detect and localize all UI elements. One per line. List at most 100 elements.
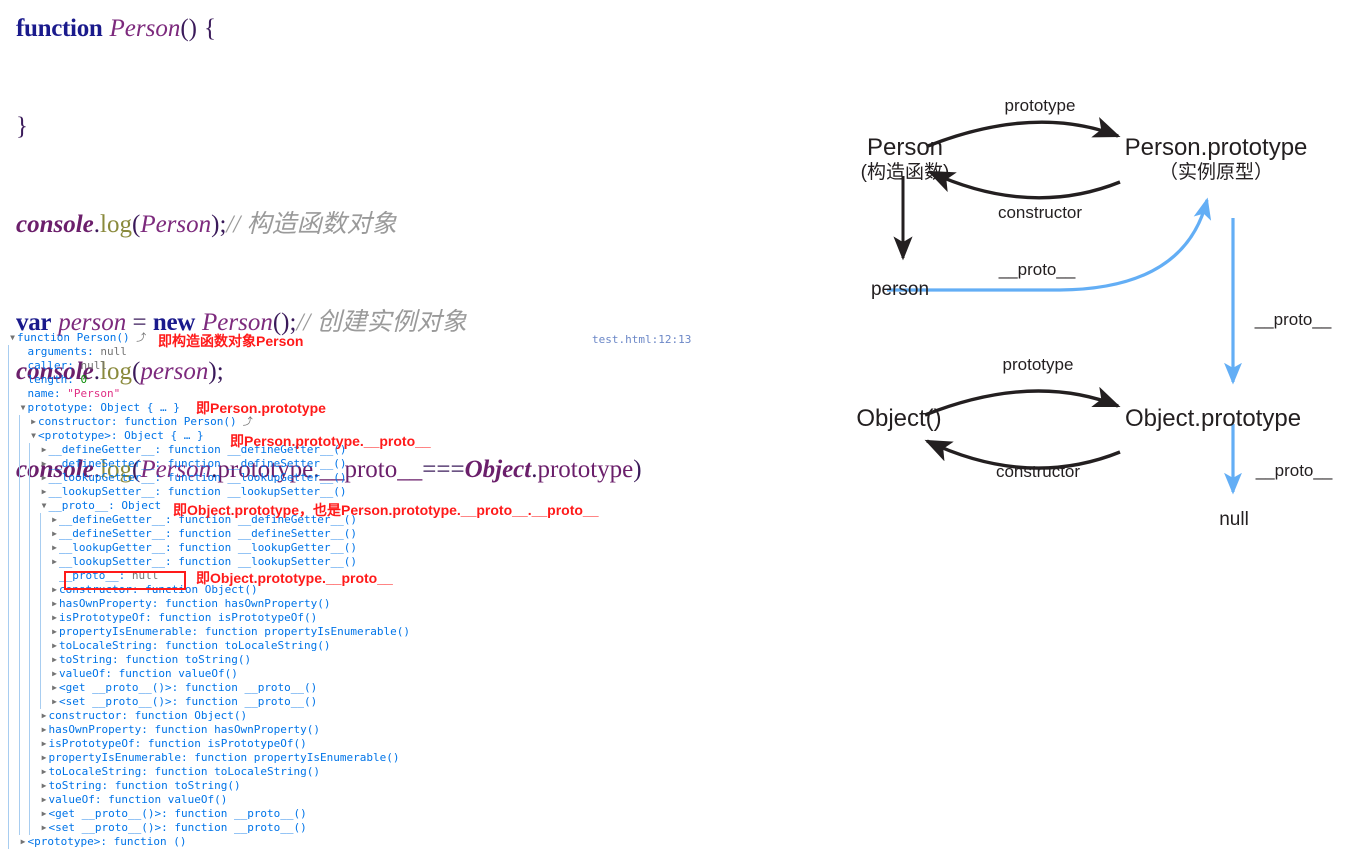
- indent-guide: [8, 569, 9, 583]
- console-row-content: prototype: Object { … }: [19, 401, 180, 414]
- console-tree-row[interactable]: hasOwnProperty: function hasOwnProperty(…: [0, 723, 700, 737]
- console-tree-row[interactable]: constructor: function Object(): [0, 709, 700, 723]
- console-property-key: prototype:: [27, 401, 101, 414]
- twisty-collapsed-icon[interactable]: [50, 555, 59, 569]
- code-token-ident: Person: [140, 211, 212, 238]
- console-property-value: function toLocaleString(): [164, 639, 331, 652]
- twisty-collapsed-icon[interactable]: [40, 485, 49, 499]
- twisty-collapsed-icon[interactable]: [50, 541, 59, 555]
- console-property-value: function isPrototypeOf(): [147, 737, 307, 750]
- console-property-key: __lookupSetter__:: [59, 555, 179, 568]
- console-tree-row[interactable]: __lookupSetter__: function __lookupSette…: [0, 485, 700, 499]
- twisty-collapsed-icon[interactable]: [50, 653, 59, 667]
- code-token-punct: (): [180, 15, 197, 42]
- twisty-collapsed-icon[interactable]: [40, 457, 49, 471]
- twisty-collapsed-icon[interactable]: [50, 583, 59, 597]
- console-property-key: __lookupGetter__:: [48, 471, 168, 484]
- console-property-key: __lookupSetter__:: [48, 485, 168, 498]
- twisty-collapsed-icon[interactable]: [40, 443, 49, 457]
- indent-guide: [18, 667, 20, 681]
- code-token-obj: console: [16, 211, 94, 238]
- twisty-collapsed-icon[interactable]: [50, 625, 59, 639]
- twisty-collapsed-icon[interactable]: [40, 821, 49, 835]
- console-tree-row[interactable]: <set __proto__()>: function __proto__(): [0, 821, 700, 835]
- console-tree-row[interactable]: __defineSetter__: function __defineSette…: [0, 527, 700, 541]
- twisty-expanded-icon[interactable]: [8, 331, 17, 345]
- indent-guide: [39, 569, 41, 583]
- twisty-collapsed-icon[interactable]: [40, 723, 49, 737]
- indent-guide: [29, 793, 30, 807]
- code-token-ident: Person: [109, 15, 181, 42]
- twisty-expanded-icon[interactable]: [40, 499, 49, 513]
- console-tree-row[interactable]: propertyIsEnumerable: function propertyI…: [0, 751, 700, 765]
- jump-to-definition-icon[interactable]: ⤴: [136, 333, 146, 344]
- twisty-collapsed-icon[interactable]: [40, 779, 49, 793]
- console-tree-row[interactable]: arguments: null: [0, 345, 700, 359]
- console-tree-row[interactable]: __lookupGetter__: function __lookupGette…: [0, 471, 700, 485]
- console-tree-row[interactable]: isPrototypeOf: function isPrototypeOf(): [0, 611, 700, 625]
- indent-guide: [29, 681, 30, 695]
- console-tree-row[interactable]: __lookupSetter__: function __lookupSette…: [0, 555, 700, 569]
- console-tree-row[interactable]: isPrototypeOf: function isPrototypeOf(): [0, 737, 700, 751]
- console-tree-row[interactable]: length: 0: [0, 373, 700, 387]
- console-row-content: hasOwnProperty: function hasOwnProperty(…: [40, 723, 321, 736]
- diagram-edge-label-constructor-label-top: constructor: [997, 203, 1083, 222]
- console-tree-row[interactable]: prototype: Object { … }: [0, 401, 700, 415]
- indent-guide: [8, 807, 9, 821]
- console-tree-row[interactable]: __defineSetter__: function __defineSette…: [0, 457, 700, 471]
- console-tree-row[interactable]: toLocaleString: function toLocaleString(…: [0, 765, 700, 779]
- console-tree-row[interactable]: valueOf: function valueOf(): [0, 667, 700, 681]
- indent-guide: [29, 625, 30, 639]
- console-row-content: function Person() ⤴: [8, 331, 146, 344]
- twisty-expanded-icon[interactable]: [29, 429, 38, 443]
- twisty-collapsed-icon[interactable]: [50, 639, 59, 653]
- console-tree-row[interactable]: propertyIsEnumerable: function propertyI…: [0, 625, 700, 639]
- twisty-collapsed-icon[interactable]: [29, 415, 38, 429]
- twisty-collapsed-icon[interactable]: [50, 597, 59, 611]
- console-tree-row[interactable]: toString: function toString(): [0, 779, 700, 793]
- twisty-collapsed-icon[interactable]: [50, 681, 59, 695]
- console-tree-row[interactable]: name: "Person": [0, 387, 700, 401]
- console-property-value: function propertyIsEnumerable(): [194, 751, 400, 764]
- console-tree-row[interactable]: <set __proto__()>: function __proto__(): [0, 695, 700, 709]
- console-row-content: toString: function toString(): [50, 653, 251, 666]
- twisty-collapsed-icon[interactable]: [40, 793, 49, 807]
- console-property-key: __defineGetter__:: [59, 513, 179, 526]
- console-property-key: <set __proto__()>:: [59, 695, 185, 708]
- console-tree-row[interactable]: caller: null: [0, 359, 700, 373]
- indent-guide: [8, 471, 9, 485]
- twisty-collapsed-icon[interactable]: [40, 709, 49, 723]
- twisty-collapsed-icon[interactable]: [50, 527, 59, 541]
- twisty-collapsed-icon[interactable]: [50, 611, 59, 625]
- console-tree-row[interactable]: __lookupGetter__: function __lookupGette…: [0, 541, 700, 555]
- console-source-link[interactable]: test.html:12:13: [592, 333, 691, 346]
- console-tree-row[interactable]: constructor: function Person() ⤴: [0, 415, 700, 429]
- twisty-collapsed-icon[interactable]: [40, 765, 49, 779]
- console-property-key: <prototype>:: [27, 835, 114, 848]
- twisty-collapsed-icon[interactable]: [19, 835, 28, 849]
- console-row-content: __proto__: Object: [40, 499, 162, 512]
- twisty-collapsed-icon[interactable]: [50, 667, 59, 681]
- console-row-content: isPrototypeOf: function isPrototypeOf(): [40, 737, 307, 750]
- console-tree-row[interactable]: <get __proto__()>: function __proto__(): [0, 681, 700, 695]
- console-tree-row[interactable]: toString: function toString(): [0, 653, 700, 667]
- console-property-key: propertyIsEnumerable:: [59, 625, 205, 638]
- console-property-key: caller:: [27, 359, 81, 372]
- twisty-collapsed-icon[interactable]: [50, 695, 59, 709]
- indent-guide: [18, 639, 20, 653]
- twisty-collapsed-icon[interactable]: [40, 737, 49, 751]
- twisty-collapsed-icon[interactable]: [40, 807, 49, 821]
- console-tree-row[interactable]: <prototype>: function (): [0, 835, 700, 849]
- console-tree-row[interactable]: hasOwnProperty: function hasOwnProperty(…: [0, 597, 700, 611]
- twisty-collapsed-icon[interactable]: [50, 513, 59, 527]
- console-tree-row[interactable]: valueOf: function valueOf(): [0, 793, 700, 807]
- console-tree-row[interactable]: <get __proto__()>: function __proto__(): [0, 807, 700, 821]
- console-annotation: 即Object.prototype，也是Person.prototype.__p…: [173, 502, 599, 518]
- twisty-expanded-icon[interactable]: [19, 401, 28, 415]
- console-tree-row[interactable]: toLocaleString: function toLocaleString(…: [0, 639, 700, 653]
- jump-to-definition-icon[interactable]: ⤴: [237, 417, 253, 428]
- console-row-content: <get __proto__()>: function __proto__(): [50, 681, 317, 694]
- twisty-collapsed-icon[interactable]: [40, 471, 49, 485]
- console-property-value: function __proto__(): [184, 695, 318, 708]
- twisty-collapsed-icon[interactable]: [40, 751, 49, 765]
